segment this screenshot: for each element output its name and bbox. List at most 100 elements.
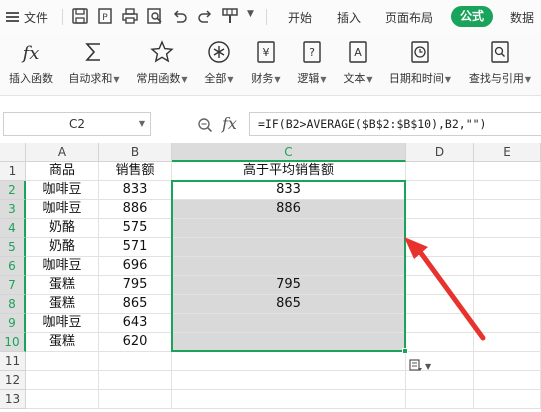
cell-b5[interactable]: 571 [99,238,172,257]
name-box[interactable]: C2 ▼ [3,112,151,136]
tab-formulas[interactable]: 公式 [451,6,494,27]
common-functions-button[interactable]: 常用函数▼ [130,38,194,88]
cell-c7[interactable]: 795 [172,276,406,295]
cell-e3[interactable] [474,200,541,219]
zoom-icon[interactable] [197,117,213,133]
cell-b1[interactable]: 销售额 [99,162,172,181]
cell-d10[interactable] [406,333,474,352]
row-header[interactable]: 1 [0,162,26,181]
cell-c9[interactable] [172,314,406,333]
fx-icon[interactable]: fx [222,114,237,133]
all-functions-button[interactable]: 全部▼ [198,38,240,88]
cell-b3[interactable]: 886 [99,200,172,219]
column-header-c[interactable]: C [172,143,406,162]
column-header-a[interactable]: A [26,143,99,162]
cell-a9[interactable]: 咖啡豆 [26,314,99,333]
cell-c5[interactable] [172,238,406,257]
cell-a1[interactable]: 商品 [26,162,99,181]
cell-d8[interactable] [406,295,474,314]
column-header-b[interactable]: B [99,143,172,162]
lookup-reference-button[interactable]: 查找与引用▼ [462,38,538,88]
undo-icon[interactable] [171,7,189,25]
print-icon[interactable] [121,7,139,25]
cell-c12[interactable] [172,371,406,390]
cell-b7[interactable]: 795 [99,276,172,295]
row-header[interactable]: 2 [0,181,26,200]
cell-a10[interactable]: 蛋糕 [26,333,99,352]
cell-c6[interactable] [172,257,406,276]
tab-page-layout[interactable]: 页面布局 [385,9,433,26]
row-header[interactable]: 10 [0,333,26,352]
cell-e13[interactable] [474,390,541,409]
cell-e10[interactable] [474,333,541,352]
cell-e5[interactable] [474,238,541,257]
cell-c8[interactable]: 865 [172,295,406,314]
cell-c10[interactable] [172,333,406,352]
cell-a3[interactable]: 咖啡豆 [26,200,99,219]
row-header[interactable]: 9 [0,314,26,333]
format-painter-icon[interactable] [221,7,239,25]
cell-b6[interactable]: 696 [99,257,172,276]
cell-b13[interactable] [99,390,172,409]
cell-d7[interactable] [406,276,474,295]
cell-a8[interactable]: 蛋糕 [26,295,99,314]
cell-d9[interactable] [406,314,474,333]
save-icon[interactable] [71,7,89,25]
cell-c13[interactable] [172,390,406,409]
cell-a5[interactable]: 奶酪 [26,238,99,257]
redo-icon[interactable] [196,7,214,25]
cell-d6[interactable] [406,257,474,276]
cell-d5[interactable] [406,238,474,257]
cell-b4[interactable]: 575 [99,219,172,238]
cell-e6[interactable] [474,257,541,276]
cell-c3[interactable]: 886 [172,200,406,219]
cell-e8[interactable] [474,295,541,314]
fill-handle[interactable] [402,348,408,354]
cell-b9[interactable]: 643 [99,314,172,333]
row-header[interactable]: 5 [0,238,26,257]
cell-e12[interactable] [474,371,541,390]
insert-function-button[interactable]: fx 插入函数 [2,38,60,88]
cell-b12[interactable] [99,371,172,390]
cell-b10[interactable]: 620 [99,333,172,352]
cell-d4[interactable] [406,219,474,238]
autosum-button[interactable]: 自动求和▼ [62,38,126,88]
row-header[interactable]: 3 [0,200,26,219]
cell-e9[interactable] [474,314,541,333]
tab-data[interactable]: 数据 [510,9,534,26]
cell-a11[interactable] [26,352,99,371]
column-header-e[interactable]: E [474,143,541,162]
chevron-down-icon[interactable]: ▼ [139,113,145,135]
cell-e4[interactable] [474,219,541,238]
row-header[interactable]: 11 [0,352,26,371]
row-header[interactable]: 6 [0,257,26,276]
cell-a6[interactable]: 咖啡豆 [26,257,99,276]
cell-a13[interactable] [26,390,99,409]
cell-d1[interactable] [406,162,474,181]
cell-c1[interactable]: 高于平均销售额 [172,162,406,181]
cell-e11[interactable] [474,352,541,371]
cell-a2[interactable]: 咖啡豆 [26,181,99,200]
cell-c11[interactable] [172,352,406,371]
cell-c4[interactable] [172,219,406,238]
column-header-d[interactable]: D [406,143,474,162]
print-preview-icon[interactable]: P [96,7,114,25]
row-header[interactable]: 13 [0,390,26,409]
cell-e2[interactable] [474,181,541,200]
tab-home[interactable]: 开始 [288,9,312,26]
date-time-button[interactable]: 日期和时间▼ [382,38,458,88]
row-header[interactable]: 8 [0,295,26,314]
fill-options-button[interactable]: ▼ [409,357,435,375]
cell-d2[interactable] [406,181,474,200]
financial-button[interactable]: ¥ 财务▼ [244,38,288,88]
cell-d13[interactable] [406,390,474,409]
cell-a4[interactable]: 奶酪 [26,219,99,238]
logical-button[interactable]: ? 逻辑▼ [290,38,334,88]
more-dropdown-icon[interactable]: ▼ [247,9,259,27]
cell-a7[interactable]: 蛋糕 [26,276,99,295]
row-header[interactable]: 4 [0,219,26,238]
cell-a12[interactable] [26,371,99,390]
select-all-corner[interactable] [0,143,26,162]
cell-c2[interactable]: 833 [172,181,406,200]
text-functions-button[interactable]: A 文本▼ [336,38,380,88]
